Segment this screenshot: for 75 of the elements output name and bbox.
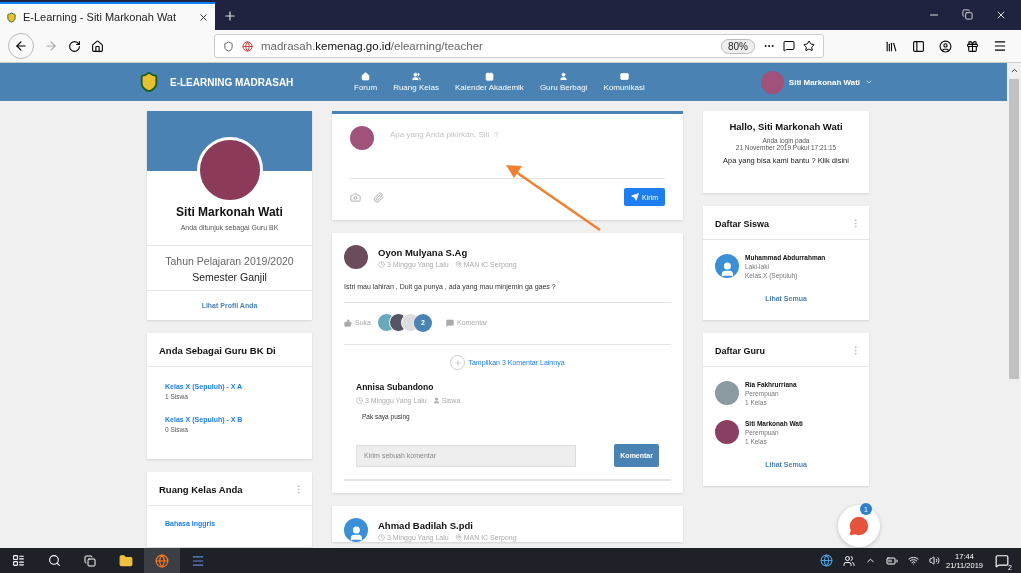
nav-link[interactable]: Guru Berbagi xyxy=(539,72,588,92)
battery-icon[interactable] xyxy=(886,554,898,567)
close-tab-icon[interactable] xyxy=(198,11,209,23)
people-icon[interactable] xyxy=(843,554,855,567)
user-menu[interactable]: Siti Markonah Wati xyxy=(760,70,874,94)
scroll-up-icon[interactable] xyxy=(1009,66,1019,75)
shield-icon xyxy=(223,40,234,52)
user-avatar-photo xyxy=(350,126,374,150)
card-title: Daftar Siswa xyxy=(715,218,770,229)
zoom-level[interactable]: 80% xyxy=(721,38,755,54)
caret-icon xyxy=(865,78,874,86)
madrasah-logo-icon xyxy=(138,71,160,93)
menu-icon[interactable] xyxy=(993,39,1007,53)
chat-button[interactable] xyxy=(838,505,880,547)
user-avatar-icon xyxy=(715,254,739,278)
nav-icon xyxy=(559,72,569,81)
speech-bubble-icon xyxy=(445,318,454,327)
task-view-icon[interactable] xyxy=(84,554,96,567)
folder-icon[interactable] xyxy=(119,553,133,568)
start-icon[interactable] xyxy=(11,554,25,567)
comment-author: Annisa Subandono xyxy=(356,382,435,392)
chat-icon xyxy=(849,516,869,536)
avatar-photo xyxy=(344,245,368,269)
map-pin-icon xyxy=(454,533,462,541)
nav-icon xyxy=(361,72,371,81)
gift-icon[interactable] xyxy=(966,39,979,53)
wifi-icon[interactable] xyxy=(908,555,919,566)
card-title: Anda Sebagai Guru BK Di xyxy=(159,345,276,356)
site-logo-icon xyxy=(6,11,17,23)
globe-icon xyxy=(155,553,169,568)
url-text: madrasah.kemenag.go.id/elearning/teacher xyxy=(261,40,484,52)
card-title: Ruang Kelas Anda xyxy=(159,484,243,495)
nav-icon xyxy=(484,72,494,81)
reload-icon[interactable] xyxy=(68,39,81,53)
clock-icon xyxy=(378,260,385,268)
semester: Semester Ganjil xyxy=(192,271,267,283)
search-icon[interactable] xyxy=(47,554,61,567)
address-bar[interactable]: madrasah.kemenag.go.id/elearning/teacher 80% xyxy=(214,34,824,58)
user-icon xyxy=(432,397,440,404)
browser-taskbar-button[interactable] xyxy=(144,548,180,573)
greeting-title: Hallo, Siti Markonah Wati xyxy=(729,121,843,132)
clock-icon xyxy=(356,397,363,404)
home-icon[interactable] xyxy=(91,39,104,53)
account-icon[interactable] xyxy=(939,39,952,53)
nav-link[interactable]: Forum xyxy=(354,72,378,92)
volume-icon[interactable] xyxy=(929,555,940,566)
nav-icon xyxy=(619,72,629,81)
bookmark-star-icon[interactable] xyxy=(803,40,815,52)
author-name: Ahmad Badilah S.pdi xyxy=(378,519,474,531)
nav-link[interactable]: Ruang Kelas xyxy=(393,72,439,92)
card-title: Daftar Guru xyxy=(715,345,765,356)
globe-icon[interactable] xyxy=(820,554,833,567)
clock-icon xyxy=(378,533,385,541)
paperclip-icon[interactable] xyxy=(373,191,384,203)
user-avatar-photo xyxy=(760,70,784,94)
send-icon xyxy=(631,193,640,201)
library-icon[interactable] xyxy=(885,39,898,53)
new-tab-icon[interactable] xyxy=(223,9,237,23)
person-photo xyxy=(715,381,739,405)
browser-tab[interactable]: E-Learning - Siti Markonah Wat xyxy=(0,2,215,30)
profile-name: Siti Markonah Wati xyxy=(176,205,283,219)
map-pin-icon xyxy=(454,260,462,268)
sidebar-icon[interactable] xyxy=(912,39,925,53)
author-name: Oyon Mulyana S.Ag xyxy=(378,246,469,258)
restore-icon[interactable] xyxy=(962,9,973,20)
nav-link[interactable]: Kalender Akademik xyxy=(454,72,524,92)
notification-icon[interactable] xyxy=(995,553,1009,568)
thumbs-up-icon xyxy=(344,318,352,327)
scrollbar-thumb[interactable] xyxy=(1009,79,1019,379)
nav-icon xyxy=(411,72,421,81)
brand-name: E-LEARNING MADRASAH xyxy=(170,76,295,88)
nav-link[interactable]: Komunikasi xyxy=(603,72,645,92)
close-icon[interactable] xyxy=(995,9,1007,21)
person-photo xyxy=(715,420,739,444)
school-year: Tahun Pelajaran 2019/2020 xyxy=(165,255,294,267)
